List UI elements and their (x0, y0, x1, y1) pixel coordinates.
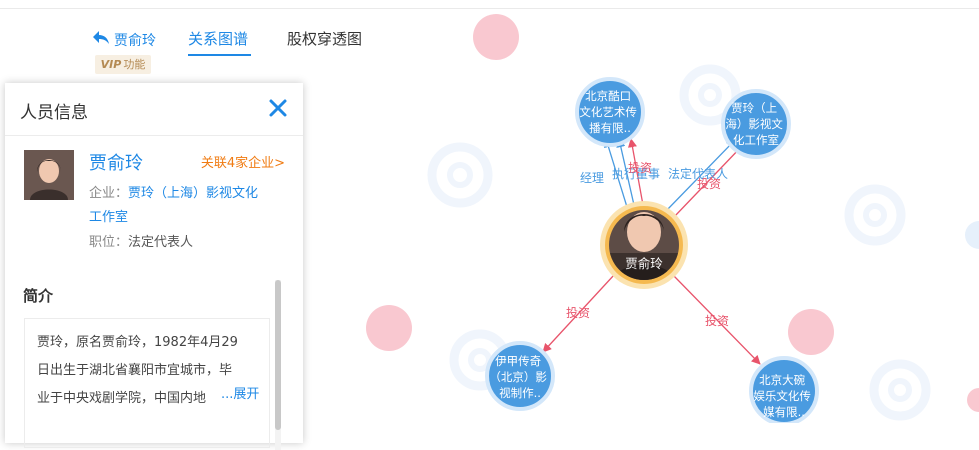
position-value: 法定代表人 (128, 235, 194, 250)
company-value-cont[interactable]: 工作室 (89, 210, 128, 225)
bio-line: 贾玲，原名贾俞玲，1982年4月29 (37, 335, 238, 350)
panel-title: 人员信息 (20, 103, 88, 123)
edge-label-invest-n2: 投资 (697, 176, 721, 191)
related-companies-link[interactable]: 关联4家企业> (201, 152, 285, 171)
tab-relationship-graph[interactable]: 关系图谱 (188, 28, 248, 49)
node-label-line: 海）影视文 (725, 117, 783, 131)
person-node-center[interactable]: 贾俞玲 (600, 201, 688, 289)
close-icon[interactable] (267, 97, 289, 119)
vip-prefix: VIP (100, 58, 122, 71)
node-label-line: 北京大碗 (759, 373, 805, 387)
back-link[interactable]: 贾俞玲 (92, 30, 156, 50)
edge-label-invest-n1: 投资 (628, 160, 652, 175)
company-label: 企业： (89, 186, 129, 201)
ghost-node (788, 309, 834, 355)
vip-label: 功能 (123, 58, 146, 71)
panel-header: 人员信息 (5, 83, 303, 136)
edge-label-manager: 经理 (580, 171, 604, 185)
node-label-line: 化工作室 (733, 133, 779, 147)
position-row: 职位：法定代表人 (89, 230, 193, 255)
company-row-cont: 工作室 (89, 205, 128, 230)
person-name[interactable]: 贾俞玲 (89, 149, 143, 175)
vip-badge: VIP 功能 (95, 55, 151, 74)
tab-equity-penetration[interactable]: 股权穿透图 (287, 28, 362, 49)
ghost-node (473, 14, 519, 60)
back-label: 贾俞玲 (114, 33, 156, 49)
company-value[interactable]: 贾玲（上海）影视文化 (128, 186, 258, 201)
ghost-node (366, 305, 412, 351)
person-info-panel: 人员信息 贾俞玲 关联4家企业> 企业：贾玲（上海）影视文化 工作室 职位：法定… (5, 83, 303, 450)
back-arrow-icon (92, 30, 110, 50)
edge-label-invest-n3: 投资 (566, 305, 590, 320)
company-row: 企业：贾玲（上海）影视文化 (89, 181, 258, 206)
scrollbar-thumb[interactable] (275, 280, 281, 430)
node-label-line: 娱乐文化传 (753, 389, 811, 403)
company-node-n4[interactable]: 北京大碗 娱乐文化传 媒有限.. (749, 356, 819, 423)
node-label-line: 伊甲传奇 (495, 354, 541, 368)
node-label-line: 贾玲（上 (731, 101, 777, 115)
svg-text:贾玲（上 海）影视文 化工作室: 贾玲（上 海）影视文 化工作室 (725, 101, 786, 147)
company-node-n1[interactable]: 北京酷口 文化艺术传 播有限.. (575, 77, 645, 147)
company-node-n2[interactable]: 贾玲（上 海）影视文 化工作室 (721, 89, 791, 159)
active-tab-indicator (188, 54, 251, 56)
node-label-line: 文化艺术传 (579, 105, 637, 119)
ghost-node (967, 388, 979, 412)
node-label-line: 视制作.. (499, 386, 541, 400)
avatar (24, 150, 74, 200)
edge-label-invest-n4: 投资 (705, 313, 729, 328)
ghost-node (965, 221, 979, 249)
company-node-n3[interactable]: 伊甲传奇 （北京）影 视制作.. (485, 341, 555, 411)
node-label-line: 播有限.. (589, 121, 631, 135)
expand-link[interactable]: ...展开 (219, 383, 260, 402)
bio-section-title: 简介 (23, 287, 54, 305)
node-label-line: 北京酷口 (585, 89, 631, 103)
center-name: 贾俞玲 (625, 256, 663, 271)
position-label: 职位： (89, 235, 129, 250)
node-label-line: 媒有限.. (763, 405, 805, 419)
node-label-line: （北京）影 (489, 370, 547, 384)
bio-line: 日出生于湖北省襄阳市宜城市，毕 (37, 363, 233, 378)
